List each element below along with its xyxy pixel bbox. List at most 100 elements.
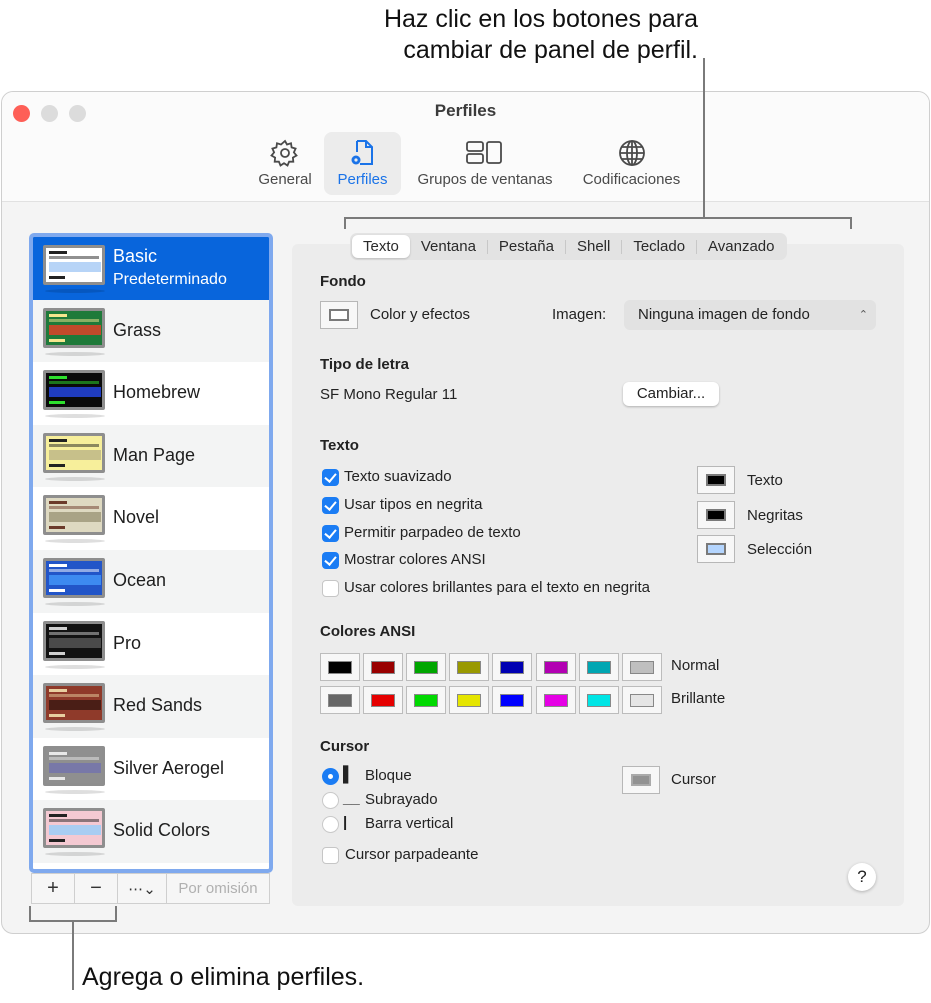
profile-thumbnail	[43, 808, 105, 849]
text-option-label: Usar colores brillantes para el texto en…	[344, 579, 650, 597]
remove-profile-button[interactable]: −	[75, 874, 118, 903]
thumbnail-line	[49, 381, 99, 385]
ansi-normal-color-well[interactable]	[535, 653, 576, 681]
profile-item[interactable]: Red Sands	[33, 675, 269, 738]
text-color-well[interactable]	[697, 500, 735, 529]
profile-item[interactable]: Homebrew	[33, 362, 269, 425]
ansi-normal-color-well[interactable]	[320, 653, 360, 681]
color-swatch	[543, 694, 568, 707]
profile-item[interactable]: Pro	[33, 613, 269, 676]
thumbnail-line	[49, 256, 99, 259]
toolbar-codificaciones[interactable]: Codificaciones	[573, 132, 690, 195]
text-option-checkbox[interactable]	[322, 469, 339, 486]
ansi-normal-color-well[interactable]	[578, 653, 619, 681]
profile-name: Basic	[113, 246, 158, 266]
ansi-normal-color-well[interactable]	[406, 653, 447, 681]
text-color-label: Negritas	[747, 506, 803, 524]
ansi-bright-color-well[interactable]	[406, 686, 447, 714]
thumbnail-line	[49, 324, 101, 335]
ansi-normal-color-well[interactable]	[621, 653, 662, 681]
ansi-normal-color-well[interactable]	[492, 653, 533, 681]
ansi-bright-color-well[interactable]	[363, 686, 404, 714]
change-font-button[interactable]: Cambiar...	[623, 382, 719, 406]
thumbnail-line	[49, 501, 67, 505]
color-swatch	[543, 661, 568, 674]
toolbar-grupos-ventanas[interactable]: Grupos de ventanas	[407, 132, 563, 195]
font-heading: Tipo de letra	[320, 356, 409, 373]
profile-subtitle: Predeterminado	[113, 271, 227, 288]
ansi-bright-color-well[interactable]	[621, 686, 662, 714]
thumbnail-line	[49, 401, 65, 405]
ansi-bright-color-well[interactable]	[578, 686, 619, 714]
tab-ventana[interactable]: Ventana	[410, 235, 487, 258]
text-option-checkbox[interactable]	[322, 552, 339, 570]
toolbar-general[interactable]: General	[251, 132, 319, 195]
thumbnail-line	[49, 438, 67, 442]
more-actions-button[interactable]: ⋯⌄	[118, 874, 167, 903]
ansi-bright-color-well[interactable]	[449, 686, 490, 714]
ansi-normal-color-well[interactable]	[363, 653, 404, 681]
add-profile-button[interactable]: +	[32, 874, 75, 903]
toolbar-perfiles[interactable]: Perfiles	[324, 132, 401, 195]
text-color-well[interactable]	[697, 466, 735, 494]
titlebar: Perfiles General Perfiles Grupos de vent…	[2, 92, 929, 202]
cursor-color-well[interactable]	[622, 766, 660, 794]
profile-thumbnail	[43, 683, 105, 724]
profile-item[interactable]: Novel	[33, 487, 269, 550]
profile-item[interactable]: Solid Colors	[33, 800, 269, 863]
color-swatch	[706, 543, 726, 555]
profile-document-icon	[324, 138, 401, 168]
background-image-popup[interactable]: Ninguna imagen de fondo ⌃	[624, 300, 876, 330]
cursor-style-radio[interactable]	[322, 816, 339, 833]
help-button[interactable]: ?	[848, 863, 876, 891]
ansi-normal-color-well[interactable]	[449, 653, 490, 681]
thumbnail-line	[49, 569, 99, 572]
text-option-checkbox[interactable]	[322, 580, 339, 598]
profile-item[interactable]: Ocean	[33, 550, 269, 613]
text-color-well[interactable]	[697, 535, 735, 563]
cursor-color-swatch	[631, 774, 651, 786]
profile-item[interactable]: Man Page	[33, 424, 269, 488]
thumbnail-line	[49, 589, 65, 592]
blink-cursor-checkbox[interactable]	[322, 847, 339, 864]
callout-bracket-right	[850, 217, 852, 229]
cursor-glyph-icon: ▌	[343, 766, 354, 783]
thumbnail-line	[49, 714, 65, 718]
text-option-checkbox[interactable]	[322, 496, 339, 514]
cursor-style-label: Barra vertical	[365, 815, 454, 832]
thumbnail-line	[49, 776, 65, 780]
thumbnail-line	[49, 637, 101, 648]
set-default-button[interactable]: Por omisión	[167, 874, 269, 903]
color-swatch	[457, 694, 482, 707]
profile-item[interactable]: Basic Predeterminado	[33, 237, 269, 300]
cursor-style-label: Bloque	[365, 767, 412, 784]
ansi-bright-color-well[interactable]	[535, 686, 576, 714]
text-heading: Texto	[320, 437, 359, 454]
cursor-style-radio[interactable]	[322, 792, 339, 809]
ansi-bright-color-well[interactable]	[492, 686, 533, 714]
cursor-style-radio[interactable]	[322, 768, 339, 785]
thumbnail-line	[49, 276, 65, 279]
profile-item[interactable]: Grass	[33, 299, 269, 363]
profile-name: Novel	[113, 507, 160, 528]
callout-line-2: cambiar de panel de perfil.	[403, 36, 698, 64]
profile-name: Man Page	[113, 444, 196, 465]
callout-bracket-left	[344, 217, 346, 229]
ansi-heading: Colores ANSI	[320, 623, 416, 640]
tab-pestaña[interactable]: Pestaña	[488, 235, 565, 258]
tab-teclado[interactable]: Teclado	[622, 235, 696, 258]
thumbnail-line	[49, 338, 65, 342]
background-color-well[interactable]	[320, 301, 358, 329]
ansi-bright-color-well[interactable]	[320, 686, 360, 714]
toolbar-perfiles-label: Perfiles	[337, 171, 388, 188]
tab-texto[interactable]: Texto	[352, 235, 410, 258]
tab-shell[interactable]: Shell	[566, 235, 621, 258]
profile-list[interactable]: Basic Predeterminado Grass Homebrew Man Page…	[29, 233, 273, 873]
thumbnail-line	[49, 262, 101, 272]
text-option-checkbox[interactable]	[322, 524, 339, 542]
cursor-glyph-icon: |	[343, 814, 348, 831]
text-option-label: Texto suavizado	[344, 468, 452, 485]
tab-avanzado[interactable]: Avanzado	[697, 235, 785, 258]
profile-item[interactable]: Silver Aerogel	[33, 738, 269, 801]
text-option-label: Usar tipos en negrita	[344, 495, 483, 513]
